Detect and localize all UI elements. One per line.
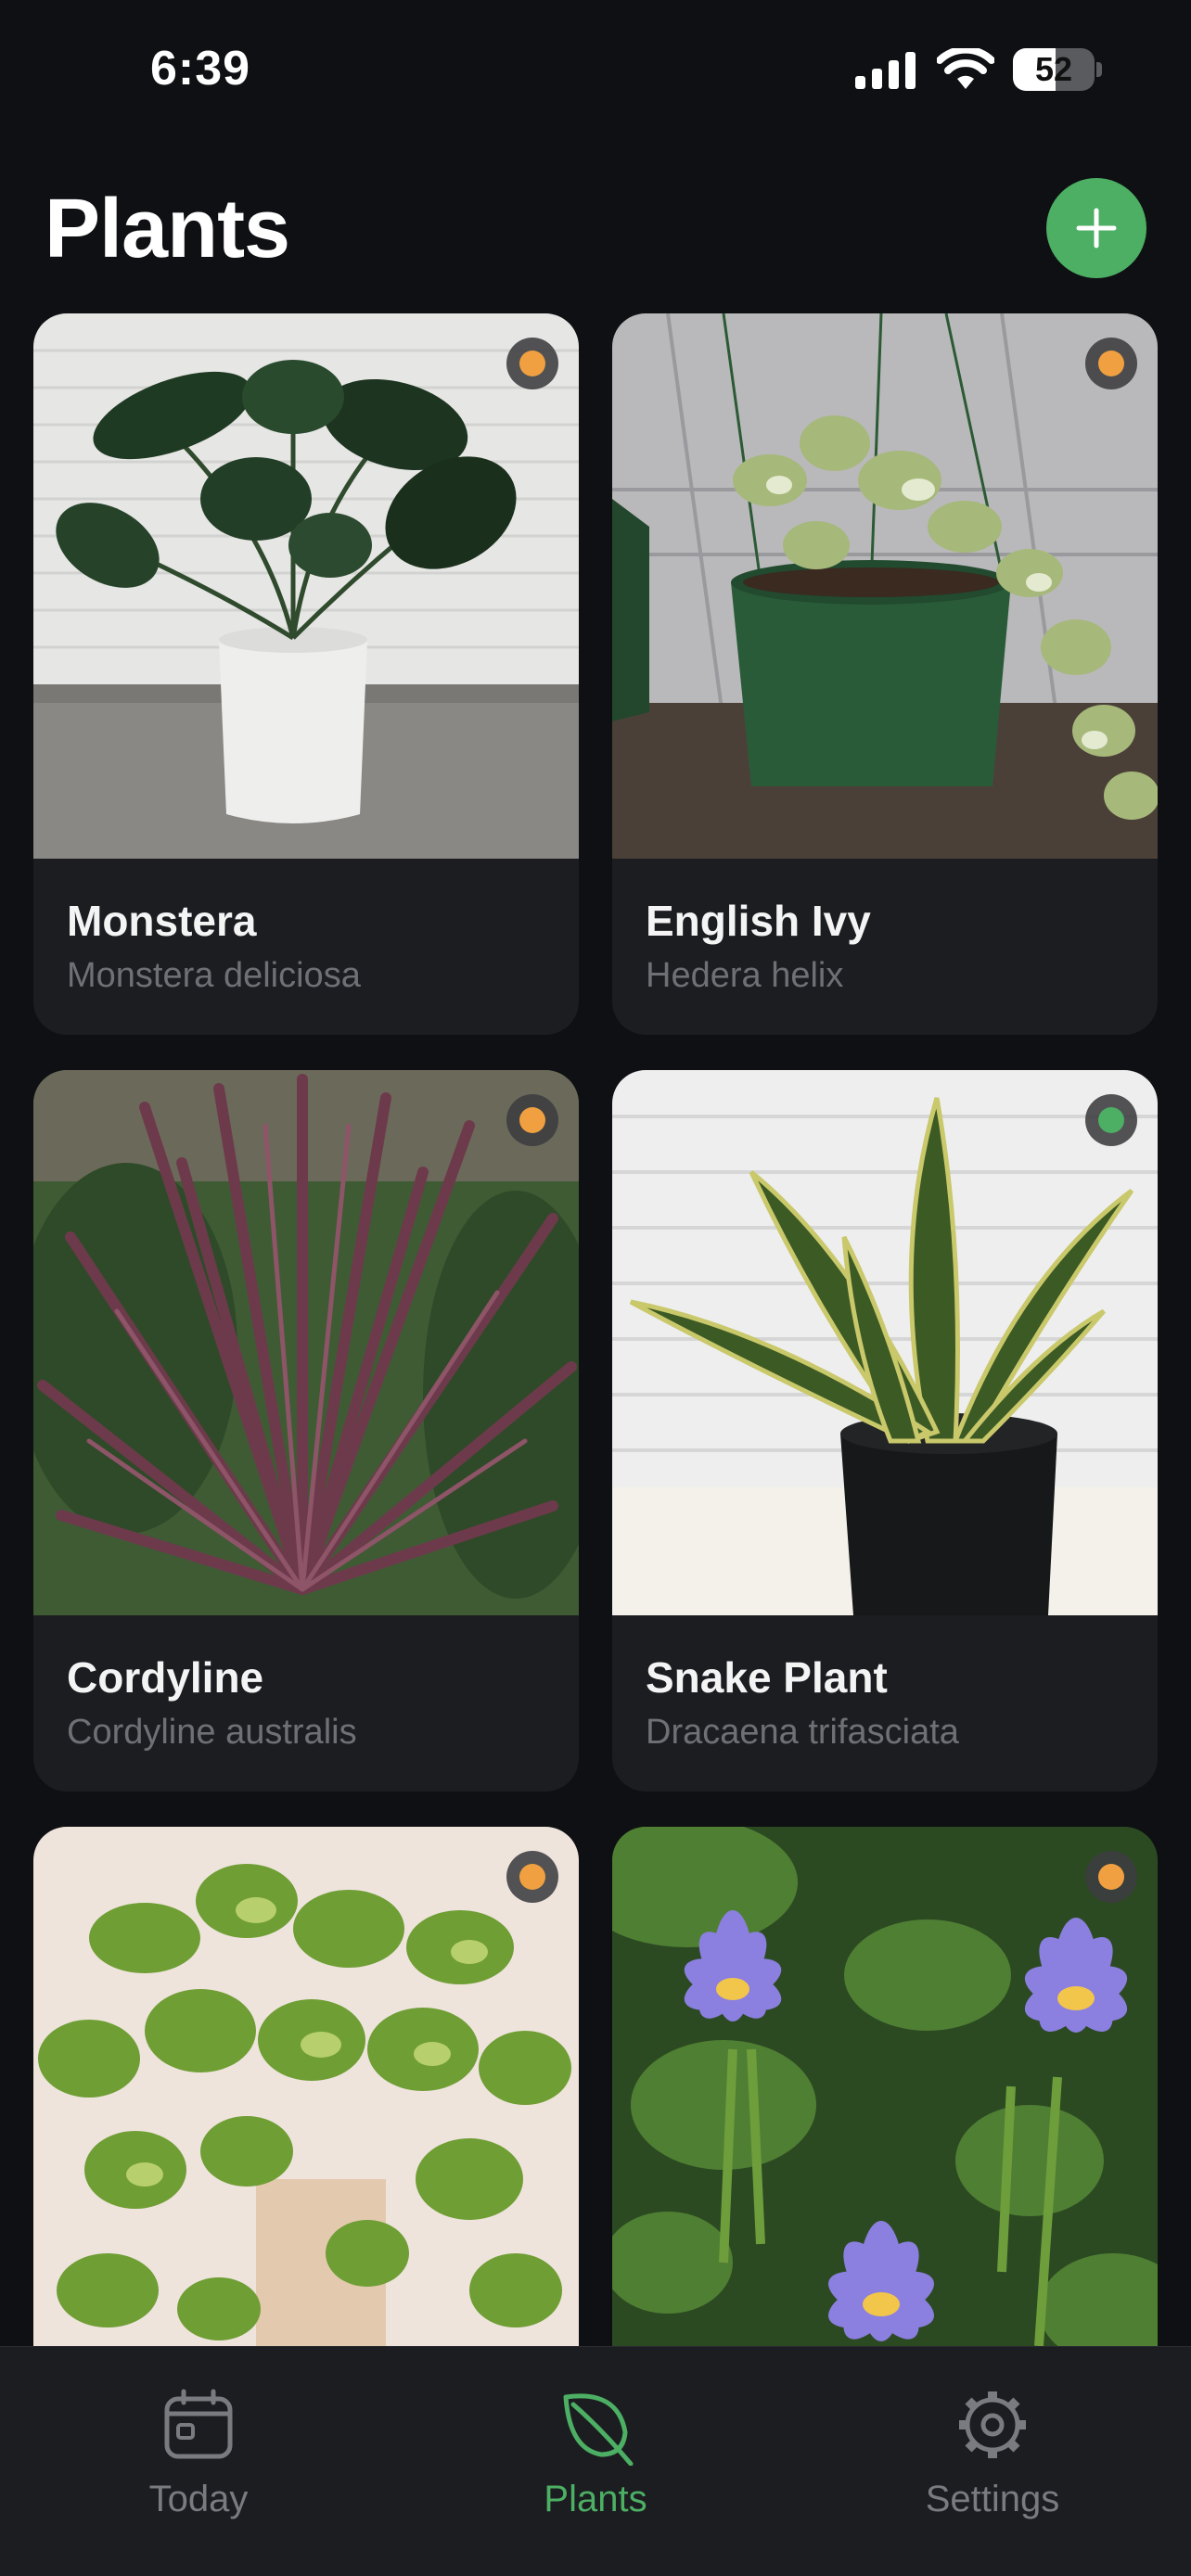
status-indicator [1085, 1094, 1137, 1146]
tab-bar: Today Plants Settings [0, 2346, 1191, 2576]
plant-photo-cordyline [33, 1070, 579, 1615]
plant-grid[interactable]: Monstera Monstera deliciosa English Ivy … [33, 313, 1158, 2346]
status-dot-inner [1098, 1107, 1124, 1133]
plant-card-monstera[interactable]: Monstera Monstera deliciosa [33, 313, 579, 1035]
calendar-icon [164, 2389, 233, 2459]
plant-card-english-ivy[interactable]: English Ivy Hedera helix [612, 313, 1158, 1035]
plant-name: English Ivy [646, 897, 871, 945]
cellular-signal-icon [855, 52, 916, 89]
status-dot-inner [519, 1107, 545, 1133]
tab-label: Settings [925, 2479, 1060, 2519]
plant-photo-5 [33, 1827, 579, 2346]
plant-scientific-name: Monstera deliciosa [67, 956, 361, 995]
status-dot-inner [1098, 351, 1124, 376]
battery-percentage: 52 [1034, 50, 1073, 88]
plant-photo-6 [612, 1827, 1158, 2346]
plant-name: Snake Plant [646, 1653, 888, 1702]
status-indicator [506, 338, 558, 389]
page-title: Plants [45, 183, 290, 275]
plant-card-cordyline[interactable]: Cordyline Cordyline australis [33, 1070, 579, 1792]
plant-scientific-name: Cordyline australis [67, 1713, 357, 1752]
tab-settings[interactable]: Settings [853, 2384, 1132, 2532]
plant-name: Cordyline [67, 1653, 264, 1702]
status-indicator [1085, 1851, 1137, 1903]
status-indicator [506, 1851, 558, 1903]
battery-nub [1096, 62, 1102, 77]
plant-card-snake-plant[interactable]: Snake Plant Dracaena trifasciata [612, 1070, 1158, 1792]
status-time: 6:39 [150, 42, 251, 96]
tab-label: Plants [544, 2479, 647, 2519]
plant-card-5[interactable] [33, 1827, 579, 2346]
plant-name: Monstera [67, 897, 257, 945]
add-plant-button[interactable] [1046, 178, 1146, 278]
status-dot-inner [519, 351, 545, 376]
status-indicator [1085, 338, 1137, 389]
plant-scientific-name: Dracaena trifasciata [646, 1713, 959, 1752]
gear-icon [959, 2391, 1026, 2458]
tab-plants[interactable]: Plants [456, 2384, 735, 2532]
leaf-icon [563, 2393, 634, 2466]
plant-photo-snake-plant [612, 1070, 1158, 1615]
tab-today[interactable]: Today [59, 2384, 338, 2532]
plant-photo-english-ivy [612, 313, 1158, 859]
battery-indicator: 52 [1013, 48, 1102, 91]
status-indicator [506, 1094, 558, 1146]
tab-label: Today [148, 2479, 249, 2519]
plant-card-6[interactable] [612, 1827, 1158, 2346]
status-bar: 6:39 52 [0, 0, 1191, 139]
status-dot-inner [1098, 1864, 1124, 1890]
plus-icon [1076, 208, 1117, 249]
plant-photo-monstera [33, 313, 579, 859]
plant-scientific-name: Hedera helix [646, 956, 844, 995]
status-dot-inner [519, 1864, 545, 1890]
wifi-icon [937, 48, 994, 89]
